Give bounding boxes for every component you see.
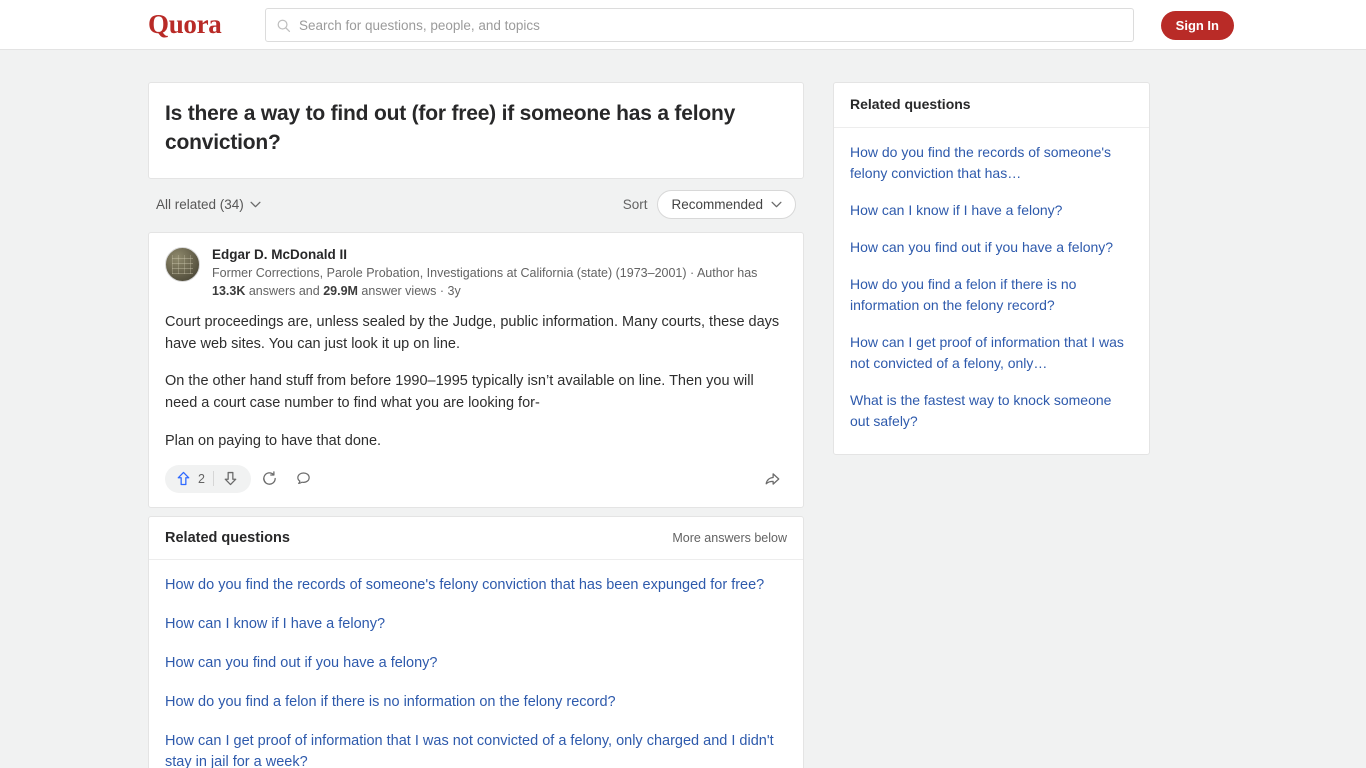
action-buttons-left: 2: [165, 464, 319, 493]
question-card: Is there a way to find out (for free) if…: [148, 82, 804, 179]
chevron-down-icon: [250, 202, 261, 208]
avatar[interactable]: [165, 246, 200, 282]
answer-paragraph: Court proceedings are, unless sealed by …: [165, 313, 780, 352]
list-item[interactable]: How can I know if I have a felony?: [165, 605, 787, 644]
author-row: Edgar D. McDonald II Former Corrections,…: [165, 246, 787, 301]
sort-value: Recommended: [671, 197, 763, 213]
all-related-label: All related (34): [156, 197, 244, 213]
list-item[interactable]: How can you find out if you have a felon…: [165, 644, 787, 683]
search-bar[interactable]: [265, 8, 1134, 42]
search-icon: [277, 19, 291, 32]
answer-paragraph: On the other hand stuff from before 1990…: [165, 373, 754, 412]
upvote-button[interactable]: 2: [169, 470, 213, 487]
sidebar-list: How do you find the records of someone's…: [834, 128, 1149, 454]
downvote-button[interactable]: [214, 470, 247, 487]
answer-paragraph: Plan on paying to have that done.: [165, 432, 382, 449]
chevron-down-icon: [771, 202, 782, 208]
sidebar-item-1[interactable]: How can I know if I have a felony?: [850, 192, 1133, 229]
related-questions-list: How do you find the records of someone's…: [149, 560, 803, 768]
site-header: Quora Sign In: [0, 0, 1366, 50]
related-questions-title: Related questions: [165, 529, 290, 546]
filter-bar: All related (34) Sort Recommended: [148, 187, 804, 223]
all-related-dropdown[interactable]: All related (34): [156, 197, 261, 212]
sort-label: Sort: [622, 197, 648, 213]
answer-card: Edgar D. McDonald II Former Corrections,…: [148, 231, 804, 508]
repost-icon: [263, 471, 277, 485]
sidebar-header: Related questions: [834, 83, 1149, 128]
answer-body: Court proceedings are, unless sealed by …: [165, 312, 787, 453]
sidebar-item-0[interactable]: How do you find the records of someone's…: [850, 134, 1133, 192]
page-title: Is there a way to find out (for free) if…: [165, 102, 736, 154]
comment-button[interactable]: [289, 465, 319, 493]
more-answers-below-label[interactable]: More answers below: [672, 531, 787, 545]
sidebar-related-questions-card: Related questions How do you find the re…: [833, 82, 1150, 455]
share-button[interactable]: [757, 465, 787, 493]
sidebar-item-4[interactable]: How can I get proof of information that …: [850, 324, 1133, 382]
sidebar-item-3[interactable]: How do you find a felon if there is no i…: [850, 266, 1133, 324]
sign-in-button[interactable]: Sign In: [1160, 11, 1234, 40]
credential-mid: answers and: [245, 284, 324, 299]
downvote-icon: [224, 472, 237, 486]
search-input[interactable]: [299, 17, 1123, 33]
answer-action-bar: 2: [165, 459, 787, 499]
sort-control: Sort Recommended: [622, 190, 796, 220]
credential-suffix: answer views · 3y: [357, 284, 461, 299]
list-item[interactable]: How do you find the records of someone's…: [165, 566, 787, 605]
comment-icon: [297, 472, 311, 485]
related-questions-card: Related questions More answers below How…: [148, 515, 804, 768]
sidebar-item-5[interactable]: What is the fastest way to knock someone…: [850, 382, 1133, 440]
quora-logo[interactable]: Quora: [148, 9, 222, 40]
author-name[interactable]: Edgar D. McDonald II: [212, 247, 787, 262]
upvote-icon: [177, 471, 190, 486]
upvote-count: 2: [198, 471, 205, 486]
main-column: Is there a way to find out (for free) if…: [148, 82, 804, 768]
list-item[interactable]: How can I get proof of information that …: [165, 722, 787, 768]
sidebar-column: Related questions How do you find the re…: [833, 82, 1150, 463]
share-arrow-icon: [765, 472, 780, 485]
credential-prefix: Former Corrections, Parole Probation, In…: [212, 265, 758, 280]
author-info: Edgar D. McDonald II Former Corrections,…: [212, 247, 787, 301]
view-count: 29.9M: [323, 284, 358, 299]
author-credentials: Former Corrections, Parole Probation, In…: [212, 264, 787, 301]
answer-count: 13.3K: [212, 284, 246, 299]
related-questions-header: Related questions More answers below: [149, 517, 803, 560]
sidebar-item-2[interactable]: How can you find out if you have a felon…: [850, 229, 1133, 266]
sort-dropdown[interactable]: Recommended: [657, 190, 796, 220]
list-item[interactable]: How do you find a felon if there is no i…: [165, 683, 787, 722]
sidebar-title: Related questions: [850, 96, 971, 112]
vote-pill: 2: [165, 464, 251, 493]
repost-button[interactable]: [255, 465, 285, 493]
